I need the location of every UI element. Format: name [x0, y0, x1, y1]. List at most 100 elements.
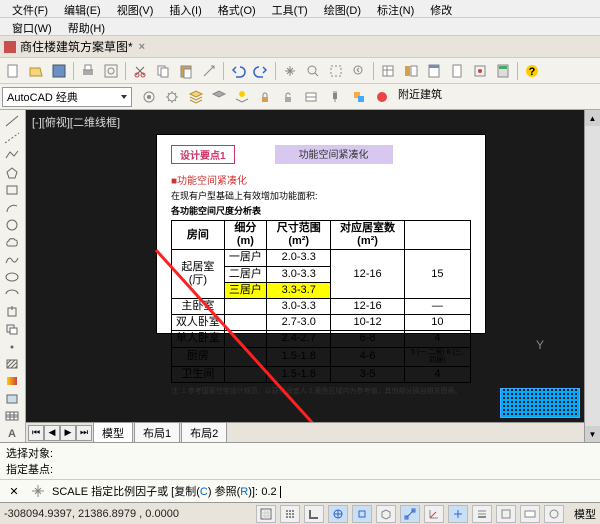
grid-toggle[interactable]	[280, 505, 300, 523]
paste-button[interactable]	[175, 60, 197, 82]
copy-button[interactable]	[152, 60, 174, 82]
workspace-label: AutoCAD 经典	[7, 89, 78, 105]
qp-toggle[interactable]	[520, 505, 540, 523]
menu-draw[interactable]: 绘图(D)	[316, 0, 369, 17]
osnap-toggle[interactable]	[352, 505, 372, 523]
scroll-down-icon[interactable]: ▼	[585, 426, 600, 442]
properties-button[interactable]	[377, 60, 399, 82]
tab-next-icon[interactable]: ▶	[60, 425, 76, 441]
tab-model[interactable]: 模型	[93, 422, 133, 443]
model-space-label[interactable]: 模型	[574, 506, 596, 522]
command-drag-icon[interactable]	[28, 481, 48, 501]
save-button[interactable]	[48, 60, 70, 82]
markup-button[interactable]	[469, 60, 491, 82]
scroll-up-icon[interactable]: ▲	[585, 110, 600, 126]
plug-icon[interactable]	[324, 86, 346, 108]
gradient-tool[interactable]	[0, 373, 24, 390]
point-tool[interactable]	[0, 338, 24, 355]
redo-button[interactable]	[250, 60, 272, 82]
floor-plan-thumbnail[interactable]	[500, 388, 580, 418]
vertical-scrollbar[interactable]: ▲ ▼	[584, 110, 600, 442]
revision-cloud-tool[interactable]	[0, 234, 24, 251]
menu-edit[interactable]: 编辑(E)	[56, 0, 109, 17]
layer-lock-button[interactable]	[254, 86, 276, 108]
command-line[interactable]: ✕ SCALE 指定比例因子或 [复制(C) 参照(R)]: 0.2	[0, 479, 600, 502]
command-close-icon[interactable]: ✕	[4, 481, 24, 501]
hatch-tool[interactable]	[0, 355, 24, 372]
layer-freeze-button[interactable]	[231, 86, 253, 108]
tab-last-icon[interactable]: ⏭	[76, 425, 92, 441]
document-tab[interactable]: 商住楼建筑方案草图*	[20, 38, 133, 55]
block-button[interactable]	[348, 86, 370, 108]
line-tool[interactable]	[0, 112, 24, 129]
layer-properties-button[interactable]	[185, 86, 207, 108]
design-point-badge: 设计要点1	[171, 145, 235, 164]
design-center-button[interactable]	[400, 60, 422, 82]
menu-dim[interactable]: 标注(N)	[369, 0, 422, 17]
zoom-prev-button[interactable]	[348, 60, 370, 82]
menu-window[interactable]: 窗口(W)	[4, 18, 60, 35]
circle-tool[interactable]	[0, 216, 24, 233]
new-button[interactable]	[2, 60, 24, 82]
menu-insert[interactable]: 插入(I)	[161, 0, 209, 17]
polar-toggle[interactable]	[328, 505, 348, 523]
tab-layout1[interactable]: 布局1	[134, 422, 180, 443]
polygon-tool[interactable]	[0, 164, 24, 181]
layer-manage-button[interactable]	[300, 86, 322, 108]
3dosnap-toggle[interactable]	[376, 505, 396, 523]
match-button[interactable]	[198, 60, 220, 82]
menu-tools[interactable]: 工具(T)	[264, 0, 316, 17]
sc-toggle[interactable]	[544, 505, 564, 523]
polyline-tool[interactable]	[0, 147, 24, 164]
ortho-toggle[interactable]	[304, 505, 324, 523]
pan-button[interactable]	[279, 60, 301, 82]
menu-modify[interactable]: 修改	[422, 0, 460, 17]
help-button[interactable]: ?	[521, 60, 543, 82]
sheet-set-button[interactable]	[446, 60, 468, 82]
record-icon[interactable]	[371, 86, 393, 108]
close-tab-icon[interactable]: ×	[139, 41, 145, 53]
text-tool[interactable]: A	[0, 425, 24, 442]
insert-block-tool[interactable]	[0, 303, 24, 320]
cut-button[interactable]	[129, 60, 151, 82]
plot-preview-button[interactable]	[100, 60, 122, 82]
zoom-button[interactable]	[302, 60, 324, 82]
zoom-window-button[interactable]	[325, 60, 347, 82]
ellipse-arc-tool[interactable]	[0, 286, 24, 303]
rectangle-tool[interactable]	[0, 182, 24, 199]
table-tool[interactable]	[0, 407, 24, 424]
drawing-table-object[interactable]: 设计要点1 功能空间紧凑化 ■功能空间紧凑化 在现有户型基础上有效增加功能面积:…	[156, 134, 486, 334]
construction-line-tool[interactable]	[0, 129, 24, 146]
region-tool[interactable]	[0, 390, 24, 407]
otrack-toggle[interactable]	[400, 505, 420, 523]
layer-control[interactable]	[138, 86, 160, 108]
document-icon	[4, 41, 16, 53]
tab-layout2[interactable]: 布局2	[181, 422, 227, 443]
spline-tool[interactable]	[0, 251, 24, 268]
calc-button[interactable]	[492, 60, 514, 82]
layer-unlock-button[interactable]	[277, 86, 299, 108]
ellipse-tool[interactable]	[0, 268, 24, 285]
menu-help[interactable]: 帮助(H)	[60, 18, 113, 35]
menu-format[interactable]: 格式(O)	[210, 0, 264, 17]
tool-palettes-button[interactable]	[423, 60, 445, 82]
tab-first-icon[interactable]: ⏮	[28, 425, 44, 441]
tpy-toggle[interactable]	[496, 505, 516, 523]
dyn-toggle[interactable]	[448, 505, 468, 523]
menu-view[interactable]: 视图(V)	[109, 0, 162, 17]
workspace-select[interactable]: AutoCAD 经典	[2, 87, 132, 107]
drawing-canvas[interactable]: [-][俯视][二维线框] 设计要点1 功能空间紧凑化 ■功能空间紧凑化 在现有…	[26, 110, 584, 442]
viewport-label: [-][俯视][二维线框]	[32, 114, 120, 130]
snap-toggle[interactable]	[256, 505, 276, 523]
undo-button[interactable]	[227, 60, 249, 82]
menu-file[interactable]: 文件(F)	[4, 0, 56, 17]
lwt-toggle[interactable]	[472, 505, 492, 523]
ducs-toggle[interactable]	[424, 505, 444, 523]
layer-off-button[interactable]	[208, 86, 230, 108]
tab-prev-icon[interactable]: ◀	[44, 425, 60, 441]
print-button[interactable]	[77, 60, 99, 82]
make-block-tool[interactable]	[0, 321, 24, 338]
arc-tool[interactable]	[0, 199, 24, 216]
gear-icon[interactable]	[161, 86, 183, 108]
open-button[interactable]	[25, 60, 47, 82]
